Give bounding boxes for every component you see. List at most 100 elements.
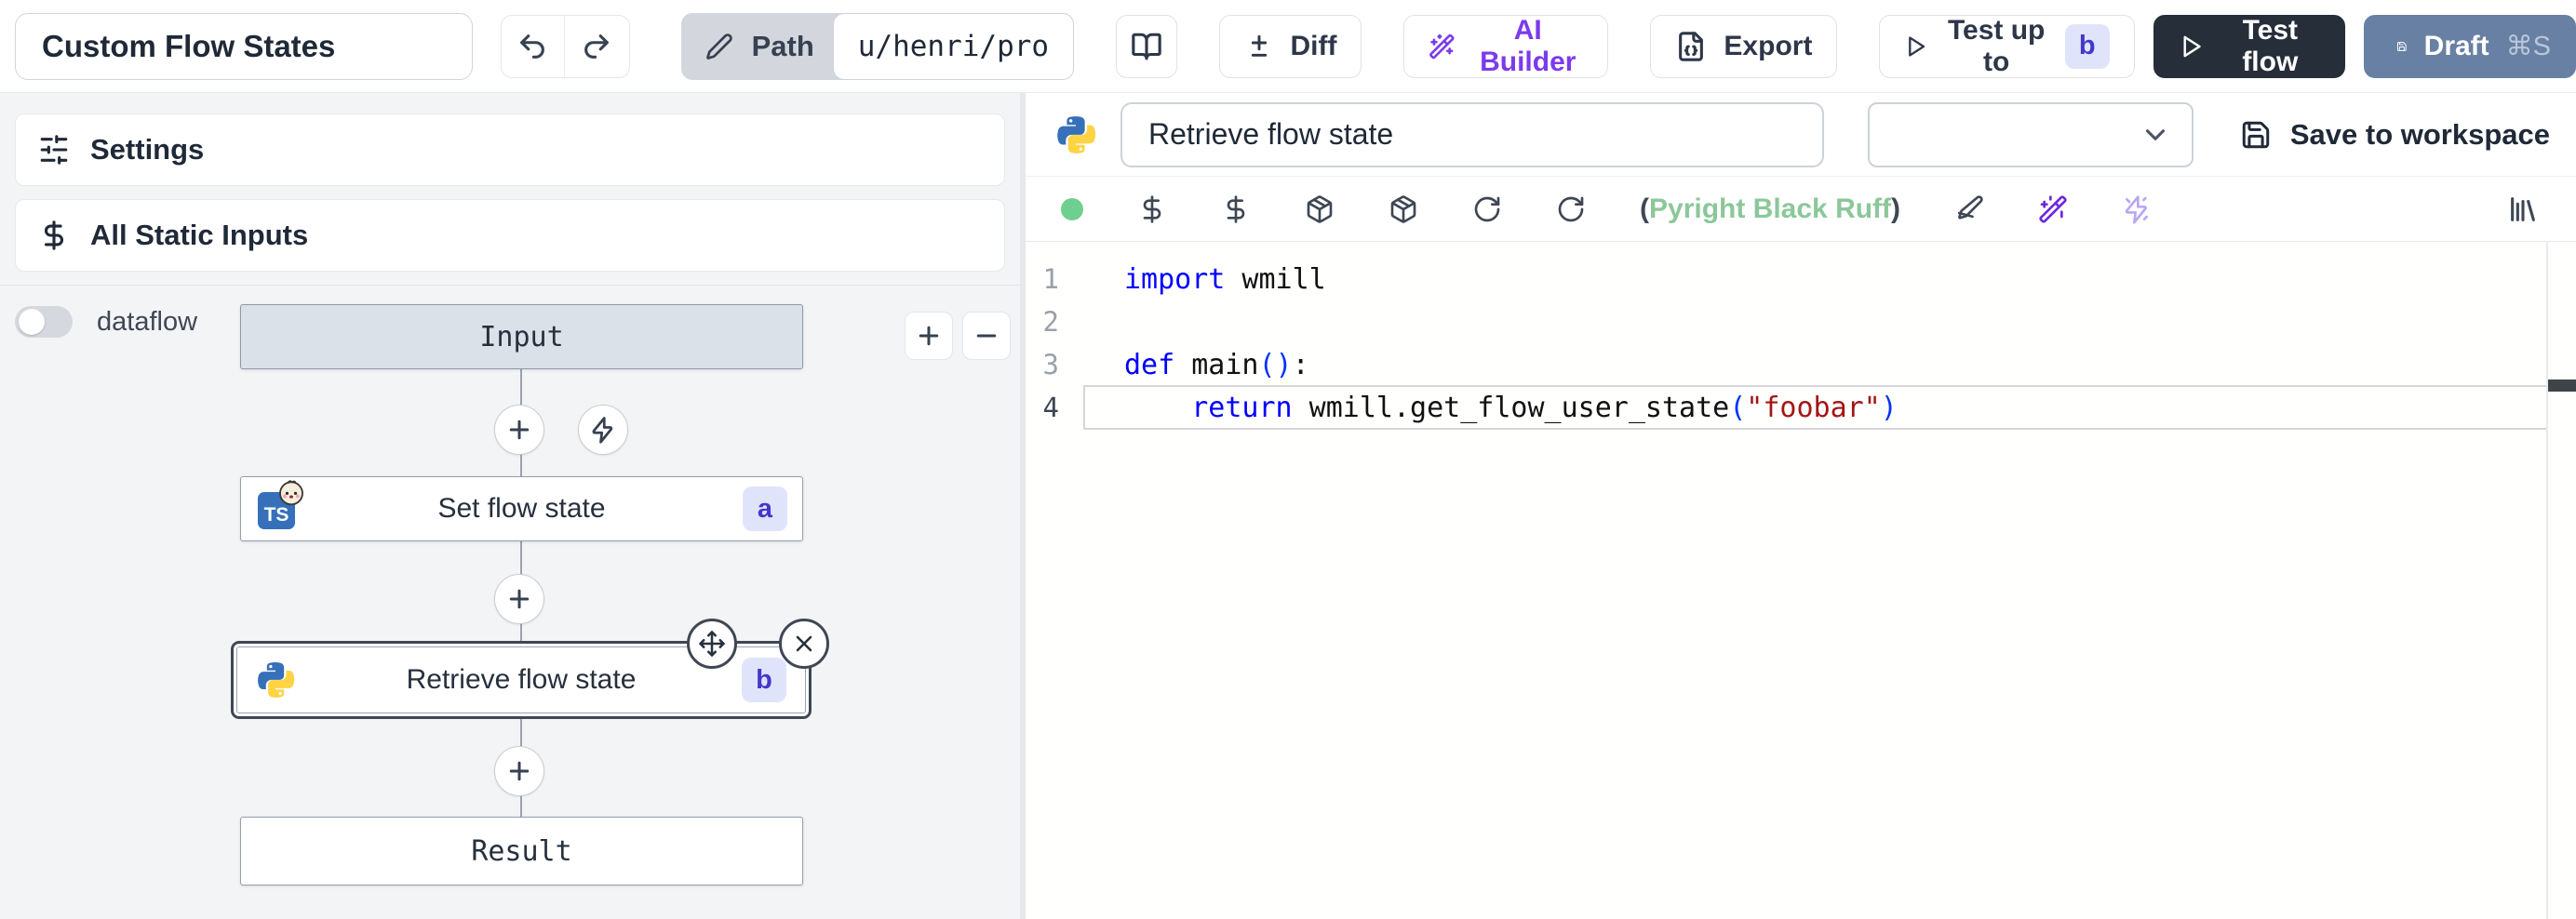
code-lines: 1import wmill23def main():4 return wmill… xyxy=(1026,242,2576,429)
path-value[interactable]: u/henri/pro xyxy=(833,13,1074,80)
ai-wand-icon[interactable] xyxy=(2038,194,2068,224)
dataflow-toggle-group: dataflow xyxy=(15,306,197,338)
line-number: 3 xyxy=(1026,349,1078,380)
export-label: Export xyxy=(1724,31,1812,62)
code-line[interactable]: 2 xyxy=(1026,300,2576,343)
diff-icon xyxy=(1244,32,1274,61)
test-flow-button[interactable]: Test flow xyxy=(2153,15,2345,78)
settings-button[interactable]: Settings xyxy=(15,113,1005,186)
zoom-out-button[interactable] xyxy=(962,312,1011,360)
settings-label: Settings xyxy=(90,133,204,166)
diff-button[interactable]: Diff xyxy=(1219,15,1362,78)
package-icon[interactable] xyxy=(1389,194,1418,224)
code-line-content: return wmill.get_flow_user_state("foobar… xyxy=(1078,392,1898,424)
file-json-icon xyxy=(1675,31,1707,62)
undo-button[interactable] xyxy=(502,16,566,77)
resource-picker-icon[interactable] xyxy=(1221,194,1251,224)
top-toolbar: Custom Flow States Path u/henri/pro Diff… xyxy=(0,0,2576,93)
all-static-inputs-button[interactable]: All Static Inputs xyxy=(15,199,1005,272)
step-node-label: Retrieve flow state xyxy=(237,664,805,696)
all-static-inputs-label: All Static Inputs xyxy=(90,219,308,252)
paren-close: ) xyxy=(1891,193,1900,224)
library-icon[interactable] xyxy=(2507,193,2539,225)
zoom-in-button[interactable] xyxy=(905,312,953,360)
test-up-to-step-badge: b xyxy=(2065,24,2110,69)
plus-icon xyxy=(505,757,533,785)
insert-step-button[interactable] xyxy=(494,746,544,796)
step-node-set-flow-state[interactable]: TS Set flow state a xyxy=(240,476,803,541)
editor-scrollbar[interactable] xyxy=(2546,242,2548,919)
dollar-icon xyxy=(38,220,70,251)
result-node[interactable]: Result xyxy=(240,817,803,886)
code-line[interactable]: 1import wmill xyxy=(1026,258,2576,300)
language-status-dot xyxy=(1061,198,1083,220)
step-name-input[interactable]: Retrieve flow state xyxy=(1120,102,1824,167)
test-up-to-button[interactable]: Test up to b xyxy=(1879,15,2134,78)
reload-icon[interactable] xyxy=(1472,194,1502,224)
save-icon xyxy=(2240,119,2272,151)
scrollbar-cursor-marker xyxy=(2548,380,2576,392)
step-editor-header: Retrieve flow state Save to workspace xyxy=(1026,93,2576,177)
toggle-knob xyxy=(19,309,45,335)
undo-redo-group xyxy=(501,15,630,78)
add-trigger-button[interactable] xyxy=(578,405,628,455)
flow-panel: Settings All Static Inputs dataflow xyxy=(0,93,1026,919)
step-editor-panel: Retrieve flow state Save to workspace (P… xyxy=(1026,93,2576,919)
line-number: 4 xyxy=(1026,392,1078,423)
flow-graph: dataflow Input xyxy=(0,285,1020,919)
save-to-workspace-label: Save to workspace xyxy=(2290,118,2550,152)
step-id-badge: b xyxy=(742,658,786,702)
path-edit-button[interactable]: Path xyxy=(681,13,855,80)
workspace-script-select[interactable] xyxy=(1868,102,2194,167)
variable-picker-icon[interactable] xyxy=(1137,194,1167,224)
insert-step-button[interactable] xyxy=(494,405,544,455)
undo-icon xyxy=(517,31,548,62)
code-line[interactable]: 3def main(): xyxy=(1026,343,2576,386)
delete-step-button[interactable] xyxy=(779,619,829,669)
save-to-workspace-button[interactable]: Save to workspace xyxy=(2240,118,2550,152)
input-node[interactable]: Input xyxy=(240,304,803,369)
export-button[interactable]: Export xyxy=(1650,15,1837,78)
plus-icon xyxy=(505,416,533,444)
insert-step-button[interactable] xyxy=(494,574,544,624)
step-node-retrieve-flow-state-selected[interactable]: Retrieve flow state b xyxy=(231,641,812,719)
test-up-to-label: Test up to xyxy=(1945,15,2048,78)
code-line-content: def main(): xyxy=(1078,349,1309,381)
line-number: 2 xyxy=(1026,306,1078,338)
assistants-names: Pyright Black Ruff xyxy=(1649,193,1891,224)
redo-icon xyxy=(581,31,612,62)
play-icon xyxy=(2179,32,2204,61)
test-flow-label: Test flow xyxy=(2220,15,2320,78)
move-step-button[interactable] xyxy=(687,619,737,669)
path-label: Path xyxy=(752,30,814,63)
redo-button[interactable] xyxy=(565,16,628,77)
code-line-content: import wmill xyxy=(1078,263,1326,296)
dataflow-toggle[interactable] xyxy=(15,306,73,338)
close-icon xyxy=(791,631,817,657)
arrows-move-icon xyxy=(698,630,726,658)
pencil-icon xyxy=(705,33,733,60)
sliders-icon xyxy=(38,134,70,166)
python-icon xyxy=(1055,114,1096,155)
step-id-badge: a xyxy=(743,486,787,531)
line-number: 1 xyxy=(1026,263,1078,295)
code-editor[interactable]: 1import wmill23def main():4 return wmill… xyxy=(1026,242,2576,919)
save-icon xyxy=(2396,31,2408,62)
ai-autocomplete-icon[interactable] xyxy=(2122,194,2152,224)
flow-panel-header: Settings All Static Inputs xyxy=(0,93,1020,285)
code-line[interactable]: 4 return wmill.get_flow_user_state("foob… xyxy=(1026,386,2576,429)
minus-icon xyxy=(973,322,1000,350)
format-brush-icon[interactable] xyxy=(1954,194,1984,224)
flow-title-input[interactable]: Custom Flow States xyxy=(15,13,473,80)
input-node-label: Input xyxy=(241,321,802,353)
diff-label: Diff xyxy=(1291,31,1337,62)
language-assistants-label: (Pyright Black Ruff) xyxy=(1640,193,1900,225)
ai-builder-button[interactable]: AI Builder xyxy=(1403,15,1608,78)
docs-button[interactable] xyxy=(1116,15,1176,78)
book-open-icon xyxy=(1131,31,1162,62)
chevron-down-icon xyxy=(2140,119,2171,151)
save-draft-button[interactable]: Draft ⌘S xyxy=(2364,15,2576,78)
reload-icon[interactable] xyxy=(1556,194,1586,224)
package-icon[interactable] xyxy=(1305,194,1335,224)
result-node-label: Result xyxy=(241,835,802,868)
